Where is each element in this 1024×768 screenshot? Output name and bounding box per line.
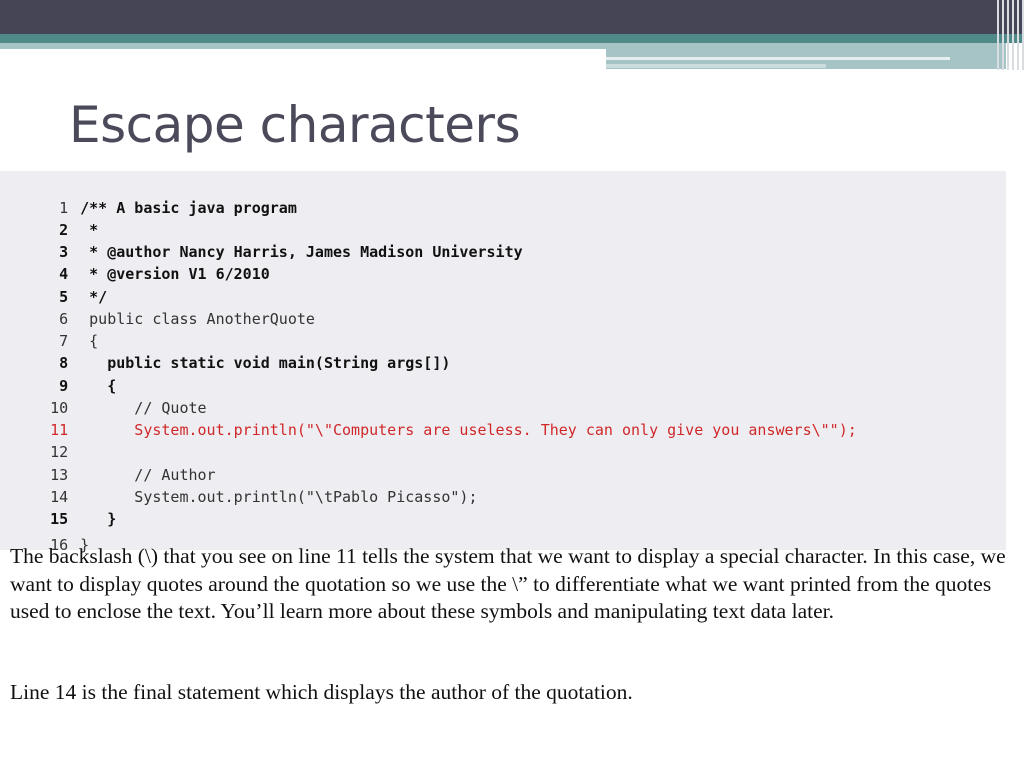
code-line: 7 { [0,308,98,350]
code-text: public class AnotherQuote [80,310,315,328]
code-line: 10 // Quote [0,375,207,417]
code-text: * @version V1 6/2010 [80,265,270,283]
code-line: 9 { [0,353,116,395]
code-line: 16} [0,512,89,554]
explanation-paragraph: The backslash (\) that you see on line 1… [10,544,1006,623]
code-line: 6 public class AnotherQuote [0,286,315,328]
header-band-dark [0,0,1024,34]
code-text: public static void main(String args[]) [80,354,451,372]
code-line: 4 * @version V1 6/2010 [0,241,270,283]
code-line: 8 public static void main(String args[]) [0,330,450,372]
header-band-right-accent [606,64,826,68]
code-block: 1/** A basic java program 2 * 3 * @autho… [0,171,1006,554]
header-band-light [0,43,606,49]
header-band-teal [0,34,1024,43]
code-line: 14 System.out.println("\tPablo Picasso")… [0,464,477,506]
code-line: 15 } [0,486,116,528]
code-line: 5 */ [0,264,107,306]
code-line: 13 // Author [0,442,216,484]
header-stripes [996,0,1024,70]
code-line: 2 * [0,197,98,239]
code-text: System.out.println("\tPablo Picasso"); [80,488,478,506]
code-line: 1/** A basic java program [0,175,297,217]
code-line: 11 System.out.println("\"Computers are u… [0,397,857,439]
code-line: 12 [0,419,80,461]
code-text-highlighted: System.out.println("\"Computers are usel… [80,421,857,439]
code-line: 3 * @author Nancy Harris, James Madison … [0,219,523,261]
code-text: /** A basic java program [80,199,297,217]
slide-title: Escape characters [69,96,521,154]
header-band-right-highlight [606,57,950,60]
explanation-paragraph-line14: Line 14 is the final statement which dis… [10,680,633,704]
